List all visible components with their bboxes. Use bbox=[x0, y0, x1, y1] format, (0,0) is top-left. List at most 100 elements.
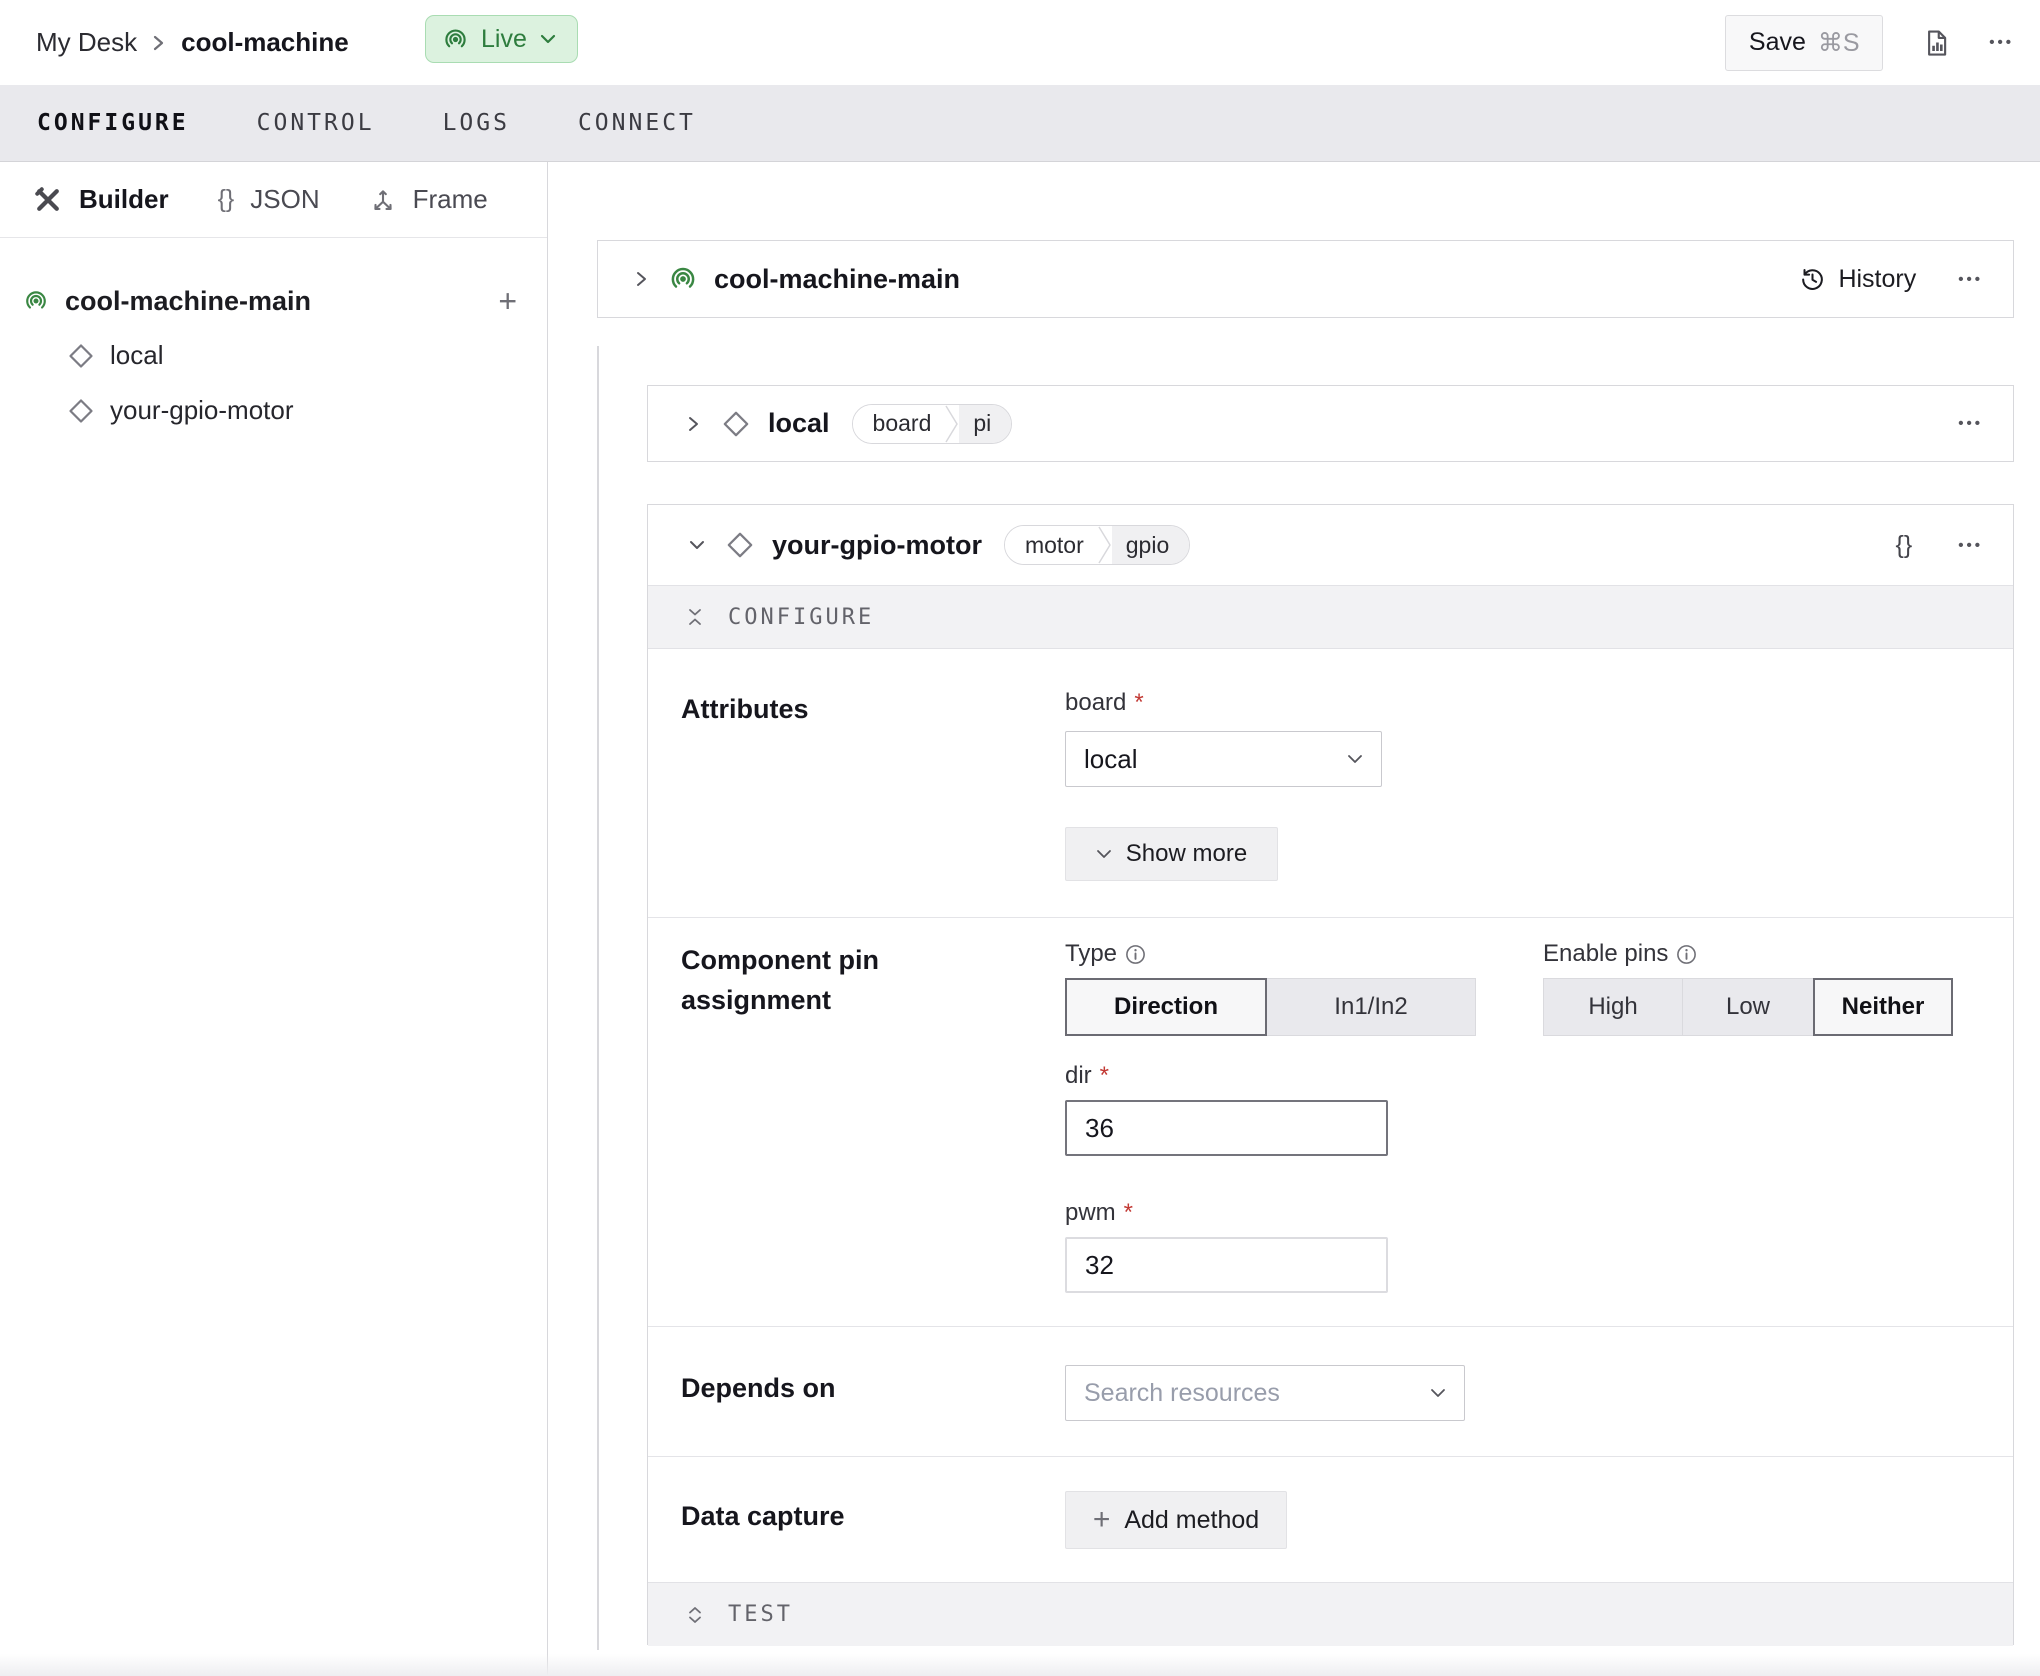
pin-assignment-section: Component pin assignment Type Direction … bbox=[648, 918, 2013, 1326]
builder-tools-icon bbox=[33, 185, 63, 215]
component-diamond-icon bbox=[66, 341, 96, 371]
machine-name: cool-machine bbox=[181, 27, 349, 58]
nesting-guide-line bbox=[597, 346, 599, 1650]
info-icon[interactable] bbox=[1676, 944, 1697, 965]
breadcrumb-parent-link[interactable]: My Desk bbox=[36, 27, 137, 58]
tree-item-machine-part[interactable]: cool-machine-main + bbox=[0, 274, 547, 328]
board-card-menu[interactable]: ••• bbox=[1958, 415, 1983, 432]
dir-field-label: dir * bbox=[1065, 1062, 1953, 1090]
tree-item-your-gpio-motor[interactable]: your-gpio-motor bbox=[0, 383, 547, 438]
machine-live-icon bbox=[668, 264, 698, 294]
motor-card-menu[interactable]: ••• bbox=[1958, 537, 1983, 554]
depends-on-select[interactable]: Search resources bbox=[1065, 1365, 1465, 1421]
chevron-down-icon bbox=[539, 33, 557, 45]
data-capture-section: Data capture + Add method bbox=[648, 1457, 2013, 1582]
machine-status-dropdown[interactable]: Live bbox=[425, 15, 578, 63]
save-button[interactable]: Save ⌘S bbox=[1725, 15, 1883, 71]
collapse-chevron-down-icon[interactable] bbox=[686, 535, 708, 555]
board-field-label: board * bbox=[1065, 689, 1382, 717]
configure-section-header[interactable]: CONFIGURE bbox=[648, 585, 2013, 649]
tree-item-your-gpio-motor-label: your-gpio-motor bbox=[110, 395, 294, 426]
plus-icon: + bbox=[1093, 1505, 1111, 1535]
header-overflow-menu[interactable]: ••• bbox=[1989, 34, 2014, 51]
component-diamond-icon bbox=[720, 408, 752, 440]
show-more-label: Show more bbox=[1126, 840, 1247, 868]
tab-configure[interactable]: CONFIGURE bbox=[37, 110, 189, 136]
save-label: Save bbox=[1749, 28, 1806, 57]
tab-logs[interactable]: LOGS bbox=[443, 110, 510, 136]
motor-card-title: your-gpio-motor bbox=[772, 530, 982, 561]
breadcrumb-separator-icon bbox=[151, 30, 167, 56]
fold-section-icon bbox=[686, 607, 704, 627]
machine-part-card: cool-machine-main History ••• bbox=[597, 240, 2014, 318]
tag-separator-icon bbox=[1098, 526, 1112, 564]
tree-item-local-label: local bbox=[110, 340, 163, 371]
chevron-down-icon bbox=[1347, 754, 1363, 764]
depends-on-row-label: Depends on bbox=[681, 1365, 1065, 1456]
configure-section-label: CONFIGURE bbox=[728, 605, 874, 630]
enable-pins-field-label: Enable pins bbox=[1543, 940, 1953, 968]
motor-type-model-tag: motor gpio bbox=[1004, 525, 1190, 565]
mode-tab-frame[interactable]: Frame bbox=[369, 184, 488, 215]
app-header: My Desk cool-machine Live Save ⌘S bbox=[0, 0, 2040, 85]
mode-tab-frame-label: Frame bbox=[413, 184, 488, 215]
add-method-button[interactable]: + Add method bbox=[1065, 1491, 1287, 1549]
type-option-in1in2[interactable]: In1/In2 bbox=[1266, 978, 1476, 1036]
mode-tab-builder-label: Builder bbox=[79, 184, 169, 215]
unfold-section-icon bbox=[686, 1605, 704, 1625]
add-component-button[interactable]: + bbox=[498, 285, 517, 317]
breadcrumb: My Desk cool-machine bbox=[36, 0, 349, 85]
enable-option-neither[interactable]: Neither bbox=[1813, 978, 1953, 1036]
test-section-header[interactable]: TEST bbox=[648, 1582, 2013, 1646]
tag-model: gpio bbox=[1112, 526, 1189, 564]
chevron-down-icon bbox=[1096, 849, 1112, 859]
board-type-model-tag: board pi bbox=[852, 404, 1013, 444]
enable-option-low[interactable]: Low bbox=[1682, 978, 1814, 1036]
tag-separator-icon bbox=[945, 405, 959, 443]
type-option-direction[interactable]: Direction bbox=[1065, 978, 1267, 1036]
required-marker: * bbox=[1124, 1199, 1133, 1227]
depends-on-placeholder: Search resources bbox=[1084, 1379, 1430, 1408]
board-select[interactable]: local bbox=[1065, 731, 1382, 787]
tab-control[interactable]: CONTROL bbox=[257, 110, 375, 136]
sidebar-mode-tabs: Builder {} JSON Frame bbox=[0, 162, 547, 238]
info-icon[interactable] bbox=[1125, 944, 1146, 965]
component-diamond-icon bbox=[66, 396, 96, 426]
required-marker: * bbox=[1100, 1062, 1109, 1090]
part-card-menu[interactable]: ••• bbox=[1958, 271, 1983, 288]
pwm-input[interactable] bbox=[1065, 1237, 1388, 1293]
part-card-title: cool-machine-main bbox=[714, 264, 960, 295]
tree-item-local[interactable]: local bbox=[0, 328, 547, 383]
expand-chevron-right-icon[interactable] bbox=[632, 268, 652, 290]
history-icon bbox=[1799, 266, 1826, 293]
frame-axes-icon bbox=[369, 186, 397, 214]
tag-type: board bbox=[853, 405, 946, 443]
dir-input[interactable] bbox=[1065, 1100, 1388, 1156]
machine-live-icon bbox=[23, 288, 49, 314]
mode-tab-json[interactable]: {} JSON bbox=[218, 184, 320, 215]
machine-report-icon[interactable] bbox=[1921, 28, 1951, 58]
tab-connect[interactable]: CONNECT bbox=[578, 110, 696, 136]
chevron-down-icon bbox=[1430, 1388, 1446, 1398]
history-button[interactable]: History bbox=[1799, 265, 1916, 294]
attributes-section: Attributes board * local Show more bbox=[648, 649, 2013, 917]
motor-component-card: your-gpio-motor motor gpio {} ••• CONFIG… bbox=[647, 504, 2014, 1645]
tree-item-machine-part-label: cool-machine-main bbox=[65, 286, 311, 317]
type-field-label: Type bbox=[1065, 940, 1477, 968]
mode-tab-builder[interactable]: Builder bbox=[33, 184, 169, 215]
motor-card-header: your-gpio-motor motor gpio {} ••• bbox=[648, 505, 2013, 585]
expand-chevron-right-icon[interactable] bbox=[684, 413, 704, 435]
pin-assignment-row-label: Component pin assignment bbox=[681, 940, 1065, 1326]
board-select-value: local bbox=[1084, 744, 1347, 775]
show-more-button[interactable]: Show more bbox=[1065, 827, 1278, 881]
board-component-card: local board pi ••• bbox=[647, 385, 2014, 462]
tag-type: motor bbox=[1005, 526, 1098, 564]
enable-option-high[interactable]: High bbox=[1543, 978, 1683, 1036]
history-label: History bbox=[1838, 265, 1916, 294]
depends-on-section: Depends on Search resources bbox=[648, 1327, 2013, 1456]
add-method-label: Add method bbox=[1124, 1506, 1259, 1535]
live-status-label: Live bbox=[481, 25, 527, 54]
attributes-row-label: Attributes bbox=[681, 689, 1065, 917]
edit-json-icon[interactable]: {} bbox=[1896, 531, 1913, 560]
tag-model: pi bbox=[959, 405, 1011, 443]
